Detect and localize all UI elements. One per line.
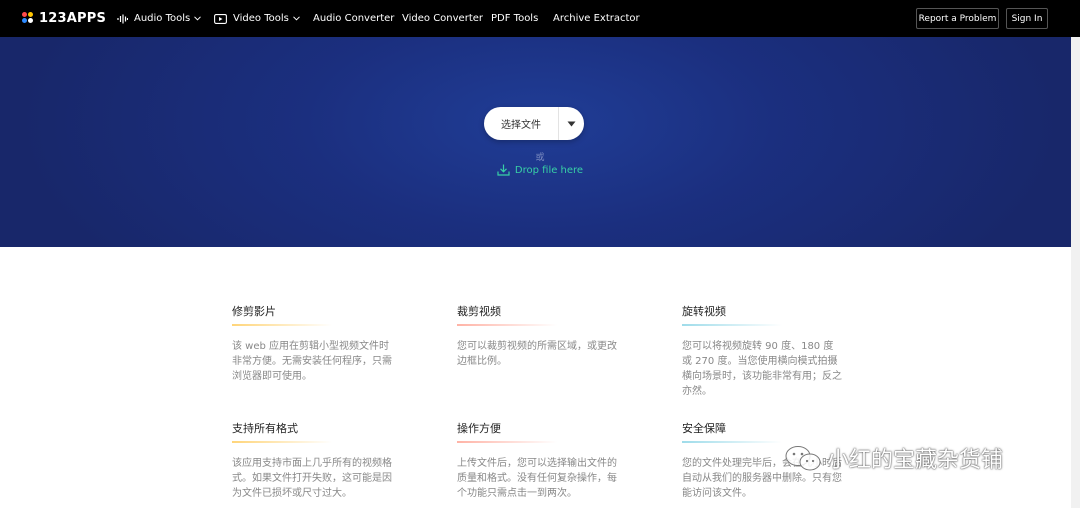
nav-video-tools[interactable]: Video Tools xyxy=(214,0,300,37)
feature-formats: 支持所有格式 该应用支持市面上几乎所有的视频格式。如果文件打开失败，这可能是因为… xyxy=(232,420,392,501)
report-problem-label: Report a Problem xyxy=(918,13,997,24)
feature-trim: 修剪影片 该 web 应用在剪辑小型视频文件时非常方便。无需安装任何程序，只需浏… xyxy=(232,303,392,384)
wechat-icon xyxy=(783,443,823,473)
nav-video-tools-label: Video Tools xyxy=(233,13,289,24)
sign-in-button[interactable]: Sign In xyxy=(1006,8,1048,29)
page-scrollbar[interactable] xyxy=(1071,37,1080,508)
caret-down-icon[interactable] xyxy=(559,121,584,127)
feature-underline xyxy=(682,324,782,326)
feature-crop: 裁剪视频 您可以裁剪视频的所需区域，或更改边框比例。 xyxy=(457,303,617,369)
feature-description: 您可以将视频旋转 90 度、180 度或 270 度。当您使用横向模式拍摄横向场… xyxy=(682,341,842,397)
feature-description: 该 web 应用在剪辑小型视频文件时非常方便。无需安装任何程序，只需浏览器即可使… xyxy=(232,341,392,382)
chevron-down-icon xyxy=(194,16,202,21)
nav-archive-extractor-label: Archive Extractor xyxy=(553,13,640,24)
feature-title: 安全保障 xyxy=(682,422,726,435)
nav-video-converter[interactable]: Video Converter xyxy=(402,0,483,37)
feature-underline xyxy=(682,441,782,443)
play-icon xyxy=(214,13,227,24)
choose-file-label: 选择文件 xyxy=(501,120,541,131)
nav-video-converter-label: Video Converter xyxy=(402,13,484,24)
drop-file-zone[interactable]: Drop file here xyxy=(0,164,1080,176)
logo-dots-icon xyxy=(22,12,34,24)
top-navigation-bar: 123APPS Audio Tools Video Tools Audio Co… xyxy=(0,0,1080,37)
feature-title: 旋转视频 xyxy=(682,305,726,318)
choose-file-button[interactable]: 选择文件 xyxy=(484,107,584,140)
download-icon xyxy=(497,164,510,176)
or-label: 或 xyxy=(535,153,545,163)
feature-description: 该应用支持市面上几乎所有的视频格式。如果文件打开失败，这可能是因为文件已损坏或尺… xyxy=(232,458,392,499)
sign-in-label: Sign In xyxy=(1011,13,1043,24)
nav-archive-extractor[interactable]: Archive Extractor xyxy=(553,0,640,37)
feature-underline xyxy=(232,441,332,443)
feature-underline xyxy=(232,324,332,326)
feature-title: 裁剪视频 xyxy=(457,305,501,318)
feature-underline xyxy=(457,441,557,443)
logo-text: 123APPS xyxy=(39,10,107,26)
feature-description: 上传文件后，您可以选择输出文件的质量和格式。没有任何复杂操作，每个功能只需点击一… xyxy=(457,458,617,499)
nav-pdf-tools[interactable]: PDF Tools xyxy=(491,0,538,37)
drop-file-label: Drop file here xyxy=(514,164,584,176)
feature-underline xyxy=(457,324,557,326)
watermark-text: 小红的宝藏杂货铺 xyxy=(827,448,1004,473)
nav-audio-converter-label: Audio Converter xyxy=(313,13,395,24)
feature-description: 您可以裁剪视频的所需区域，或更改边框比例。 xyxy=(457,341,617,367)
logo[interactable]: 123APPS xyxy=(22,10,106,26)
feature-easy: 操作方便 上传文件后，您可以选择输出文件的质量和格式。没有任何复杂操作，每个功能… xyxy=(457,420,617,501)
nav-audio-tools-label: Audio Tools xyxy=(134,13,191,24)
nav-pdf-tools-label: PDF Tools xyxy=(491,13,539,24)
feature-rotate: 旋转视频 您可以将视频旋转 90 度、180 度或 270 度。当您使用横向模式… xyxy=(682,303,842,399)
chevron-down-icon xyxy=(292,16,300,21)
upload-hero[interactable]: 选择文件 或 Drop file here xyxy=(0,37,1080,247)
nav-audio-converter[interactable]: Audio Converter xyxy=(313,0,394,37)
report-problem-button[interactable]: Report a Problem xyxy=(916,8,999,29)
nav-audio-tools[interactable]: Audio Tools xyxy=(117,0,202,37)
feature-title: 修剪影片 xyxy=(232,305,276,318)
feature-title: 操作方便 xyxy=(457,422,501,435)
feature-title: 支持所有格式 xyxy=(232,422,298,435)
watermark: 小红的宝藏杂货铺 xyxy=(783,440,1003,476)
audio-wave-icon xyxy=(117,14,128,24)
